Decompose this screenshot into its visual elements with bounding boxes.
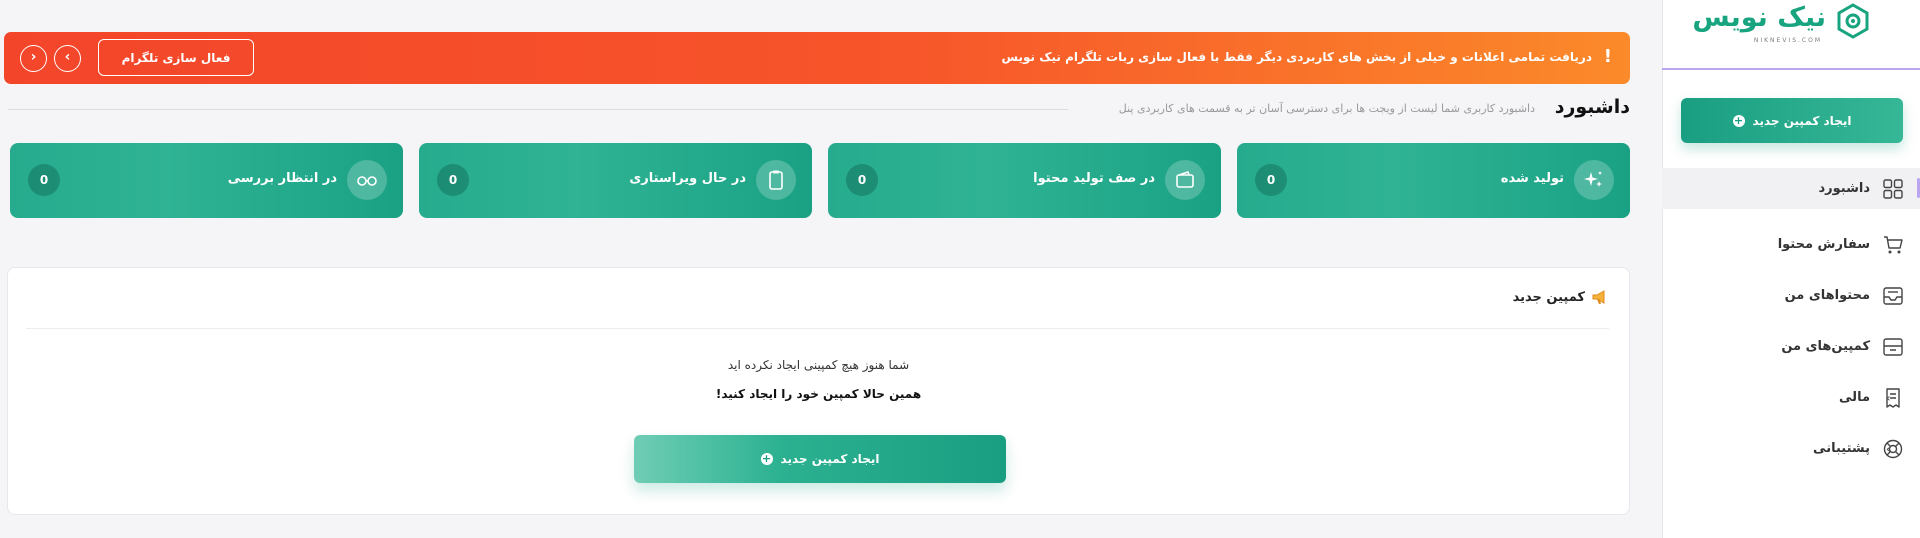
megaphone-icon [1592, 290, 1605, 304]
logo[interactable]: نیک نویس NIKNEVIS.COM [1662, 0, 1920, 70]
sidebar-item-label: داشبورد [1818, 181, 1870, 196]
archive-icon [1883, 337, 1903, 356]
new-campaign-panel: کمپین جدید شما هنوز هیچ کمپینی ایجاد نکر… [7, 267, 1630, 515]
stat-count: 0 [846, 164, 878, 196]
sidebar-new-campaign-button[interactable]: ایجاد کمپین جدید + [1681, 98, 1903, 143]
sidebar-nav: داشبورد سفارش محتوا محتواهای من کمپین‌ها… [1662, 168, 1920, 474]
next-arrow-icon[interactable]: › [54, 45, 81, 72]
sidebar-item-label: محتواهای من [1784, 288, 1870, 303]
sidebar-item-label: مالی [1839, 390, 1870, 405]
stat-card-awaiting-review[interactable]: در انتظار بررسی 0 [10, 143, 403, 218]
stat-card-in-production-queue[interactable]: در صف تولید محتوا 0 [828, 143, 1221, 218]
stat-count: 0 [1255, 164, 1287, 196]
stat-card-editing[interactable]: در حال ویراستاری 0 [419, 143, 812, 218]
sidebar-item-support[interactable]: پشتیبانی › [1662, 423, 1920, 474]
plus-icon: + [760, 452, 773, 465]
glasses-icon [347, 160, 387, 200]
create-campaign-label: ایجاد کمپین جدید [780, 452, 880, 466]
sidebar: نیک نویس NIKNEVIS.COM ایجاد کمپین جدید +… [1662, 0, 1920, 538]
page-title: داشبورد [1554, 96, 1630, 118]
sidebar-item-order-content[interactable]: سفارش محتوا [1662, 219, 1920, 270]
banner-text: دریافت تمامی اعلانات و خیلی از بخش های ک… [1001, 50, 1592, 64]
activate-telegram-button[interactable]: فعال سازی تلگرام [98, 39, 254, 76]
alert-icon: ! [1603, 46, 1612, 67]
sidebar-item-label: پشتیبانی [1813, 441, 1870, 456]
page-subtitle: داشبورد کاربری شما لیست از ویجت ها برای … [1118, 102, 1535, 115]
sidebar-item-label: سفارش محتوا [1777, 237, 1870, 252]
prev-arrow-icon[interactable]: ‹ [20, 45, 47, 72]
logo-eye-icon [1837, 3, 1869, 39]
stat-count: 0 [28, 164, 60, 196]
stat-label: در انتظار بررسی [227, 171, 337, 186]
panel-header: کمپین جدید [1513, 288, 1609, 306]
stat-label: در حال ویراستاری [629, 171, 746, 186]
divider [26, 328, 1609, 329]
create-campaign-button[interactable]: ایجاد کمپین جدید + [634, 435, 1006, 483]
clipboard-icon [756, 160, 796, 200]
chevron-left-icon[interactable]: › [1886, 391, 1891, 404]
sparkle-icon [1574, 160, 1614, 200]
empty-state-cta-text: همین حالا کمپین خود را ایجاد کنید! [715, 387, 922, 401]
divider [8, 109, 1068, 110]
grid-icon [1883, 178, 1903, 199]
sidebar-item-dashboard[interactable]: داشبورد [1662, 168, 1920, 209]
logo-text: نیک نویس [1692, 2, 1827, 33]
stat-card-produced[interactable]: تولید شده 0 [1237, 143, 1630, 218]
chevron-left-icon[interactable]: › [1886, 442, 1891, 455]
logo-subtext: NIKNEVIS.COM [1753, 37, 1822, 44]
telegram-banner: ! دریافت تمامی اعلانات و خیلی از بخش های… [4, 32, 1630, 84]
panel-title: کمپین جدید [1512, 289, 1585, 305]
new-campaign-label: ایجاد کمپین جدید [1752, 113, 1852, 128]
wallet-icon [1165, 160, 1205, 200]
empty-state-text: شما هنوز هیچ کمپینی ایجاد نکرده اید [727, 358, 910, 372]
cart-icon [1884, 235, 1903, 253]
stat-count: 0 [437, 164, 469, 196]
plus-icon: + [1732, 113, 1745, 127]
sidebar-item-my-contents[interactable]: محتواهای من [1662, 270, 1920, 321]
sidebar-item-label: کمپین‌های من [1781, 339, 1870, 354]
inbox-icon [1883, 286, 1903, 305]
stat-label: تولید شده [1500, 171, 1564, 186]
sidebar-item-finance[interactable]: مالی › [1662, 372, 1920, 423]
stat-label: در صف تولید محتوا [1033, 171, 1155, 186]
sidebar-item-my-campaigns[interactable]: کمپین‌های من [1662, 321, 1920, 372]
